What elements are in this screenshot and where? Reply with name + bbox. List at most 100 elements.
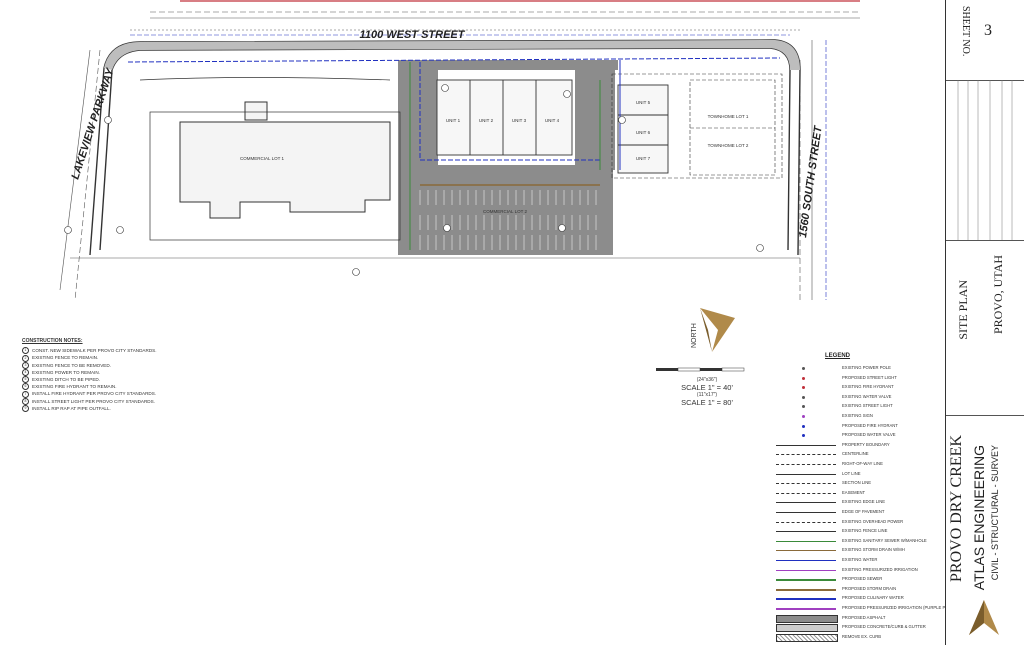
legend-symbol xyxy=(776,550,836,552)
note-number: 9 xyxy=(22,404,29,412)
legend-label: EXISTING OVERHEAD POWER xyxy=(842,518,904,524)
legend-item: REMOVE EX. CURB xyxy=(770,633,940,642)
legend-symbol xyxy=(776,521,836,523)
legend-item: RIGHT-OF-WAY LINE xyxy=(770,461,940,469)
legend-item: PROPOSED FIRE HYDRANT xyxy=(770,423,940,431)
legend-item: PROPOSED SEWER xyxy=(770,576,940,584)
legend-item: EXISTING SIGN xyxy=(770,413,940,421)
legend-item: LOT LINE xyxy=(770,471,940,479)
legend-label: EXISTING POWER POLE xyxy=(842,365,891,370)
legend-item: SECTION LINE xyxy=(770,480,940,488)
note-text: EXISTING FENCE TO REMAIN. xyxy=(32,355,99,361)
construction-note: 3 EXISTING FENCE TO BE REMOVED. xyxy=(22,361,222,369)
legend-item: PROPOSED WATER VALVE xyxy=(770,432,940,440)
legend-symbol xyxy=(802,424,805,428)
legend-symbol xyxy=(776,483,836,485)
legend-label: PROPOSED FIRE HYDRANT xyxy=(842,422,898,428)
legend-label: EXISTING FENCE LINE xyxy=(842,528,888,534)
north-arrow-label: NORTH xyxy=(691,323,698,348)
legend-symbol xyxy=(802,405,805,409)
construction-notes-list: 1 CONST. NEW SIDEWALK PER PROVO CITY STAN… xyxy=(22,347,222,412)
legend-label: SECTION LINE xyxy=(842,480,872,486)
note-number: 6 xyxy=(22,383,29,391)
legend-label: EXISTING FIRE HYDRANT xyxy=(842,384,894,390)
legend-item: PROPOSED CONCRETE/CURB & GUTTER xyxy=(770,624,940,633)
legend-item: PROPOSED PRESSURIZED IRRIGATION (PURPLE … xyxy=(770,605,953,613)
townhome-lot-1-label: TOWNHOME LOT 1 xyxy=(708,114,749,119)
company-cell: PROVO DRY CREEK ATLAS ENGINEERING CIVIL … xyxy=(946,415,1024,645)
unit-label: UNIT 6 xyxy=(636,130,651,135)
legend-item: PROPERTY BOUNDARY xyxy=(770,442,940,450)
commercial-lot-2-label: COMMERCIAL LOT 2 xyxy=(483,209,528,214)
legend-label: EXISTING SIGN xyxy=(842,413,873,418)
note-text: CONST. NEW SIDEWALK PER PROVO CITY STAND… xyxy=(32,348,157,354)
construction-note: 9 INSTALL RIP RAP AT PIPE OUTFALL. xyxy=(22,404,222,412)
legend-symbol xyxy=(802,376,805,380)
legend-symbol xyxy=(776,608,836,610)
legend-label: EXISTING STREET LIGHT xyxy=(842,403,893,409)
legend-label: PROPOSED STREET LIGHT xyxy=(842,374,897,380)
legend-item: EXISTING OVERHEAD POWER xyxy=(770,519,940,527)
note-text: EXISTING FIRE HYDRANT TO REMAIN. xyxy=(32,384,117,390)
note-number: 1 xyxy=(22,347,29,355)
street-name-west: LAKEVIEW PARKWAY xyxy=(69,66,117,181)
sheet-title: SITE PLAN xyxy=(956,280,970,340)
legend-symbol xyxy=(802,434,805,438)
construction-notes-heading: CONSTRUCTION NOTES: xyxy=(22,338,83,344)
sheet-no-value: 3 xyxy=(984,22,992,39)
note-text: INSTALL STREET LIGHT PER PROVO CITY STAN… xyxy=(32,398,155,404)
unit-label: UNIT 3 xyxy=(512,118,527,123)
title-block: SHEET NO. 3 SITE PLAN PROVO, UTAH PROVO … xyxy=(945,0,1024,645)
legend-label: CENTERLINE xyxy=(842,451,869,457)
legend-symbol xyxy=(802,415,805,418)
legend-item: EXISTING SANITARY SEWER W/MANHOLE xyxy=(770,538,940,546)
construction-note: 2 EXISTING FENCE TO REMAIN. xyxy=(22,354,222,362)
construction-note: 6 EXISTING FIRE HYDRANT TO REMAIN. xyxy=(22,383,222,391)
legend-item: EXISTING FENCE LINE xyxy=(770,528,940,536)
units-buildings xyxy=(436,79,669,174)
legend-symbol xyxy=(776,560,836,561)
unit-label: UNIT 5 xyxy=(636,100,651,105)
legend-item: EXISTING STREET LIGHT xyxy=(770,403,940,411)
revision-grid xyxy=(957,80,1013,240)
legend-item: PROPOSED ASPHALT xyxy=(770,614,940,623)
street-name-north: 1100 WEST STREET xyxy=(360,29,466,41)
legend-label: PROPOSED ASPHALT xyxy=(842,614,886,620)
note-number: 2 xyxy=(22,354,29,362)
construction-note: 1 CONST. NEW SIDEWALK PER PROVO CITY STAN… xyxy=(22,347,222,355)
scale-bar xyxy=(656,367,745,372)
legend-item: PROPOSED CULINARY WATER xyxy=(770,595,940,603)
legend-label: EASEMENT xyxy=(842,489,866,495)
legend-symbol xyxy=(776,614,838,623)
note-text: EXISTING DITCH TO BE PIPED. xyxy=(32,377,100,383)
legend-item: EXISTING EDGE LINE xyxy=(770,499,940,507)
company-logo xyxy=(969,600,999,635)
legend-label: EXISTING SANITARY SEWER W/MANHOLE xyxy=(842,537,927,543)
legend-label: EXISTING STORM DRAIN W/MH xyxy=(842,547,905,553)
street-name-east: 1560 SOUTH STREET xyxy=(797,124,825,238)
construction-note: 4 EXISTING POWER TO REMAIN. xyxy=(22,368,222,376)
legend-item: EXISTING WATER VALVE xyxy=(770,394,940,402)
commercial-building xyxy=(179,101,391,219)
legend-item: EXISTING FIRE HYDRANT xyxy=(770,384,940,392)
sheet-no-label: SHEET NO. xyxy=(960,6,971,57)
legend-symbol xyxy=(802,395,805,399)
project-location: PROVO, UTAH xyxy=(991,255,1005,335)
legend-symbol xyxy=(776,492,836,494)
project-name: PROVO DRY CREEK xyxy=(948,435,965,582)
legend-symbol xyxy=(776,512,836,513)
legend-symbol xyxy=(776,531,836,533)
legend-label: PROPOSED CULINARY WATER xyxy=(842,595,904,601)
legend-symbol xyxy=(776,624,838,633)
commercial-lot-label: COMMERCIAL LOT 1 xyxy=(240,156,285,161)
note-number: 3 xyxy=(22,361,29,369)
legend-symbol xyxy=(802,386,805,390)
legend-item: EDGE OF PAVEMENT xyxy=(770,509,940,517)
note-number: 7 xyxy=(22,390,29,398)
legend-symbol xyxy=(776,502,836,504)
legend-label: PROPOSED PRESSURIZED IRRIGATION (PURPLE … xyxy=(842,605,954,610)
sheet-number-cell: SHEET NO. 3 xyxy=(946,0,1024,81)
legend-symbol xyxy=(802,367,805,370)
legend-item: EXISTING POWER POLE xyxy=(770,365,940,373)
legend-symbol xyxy=(776,569,836,571)
